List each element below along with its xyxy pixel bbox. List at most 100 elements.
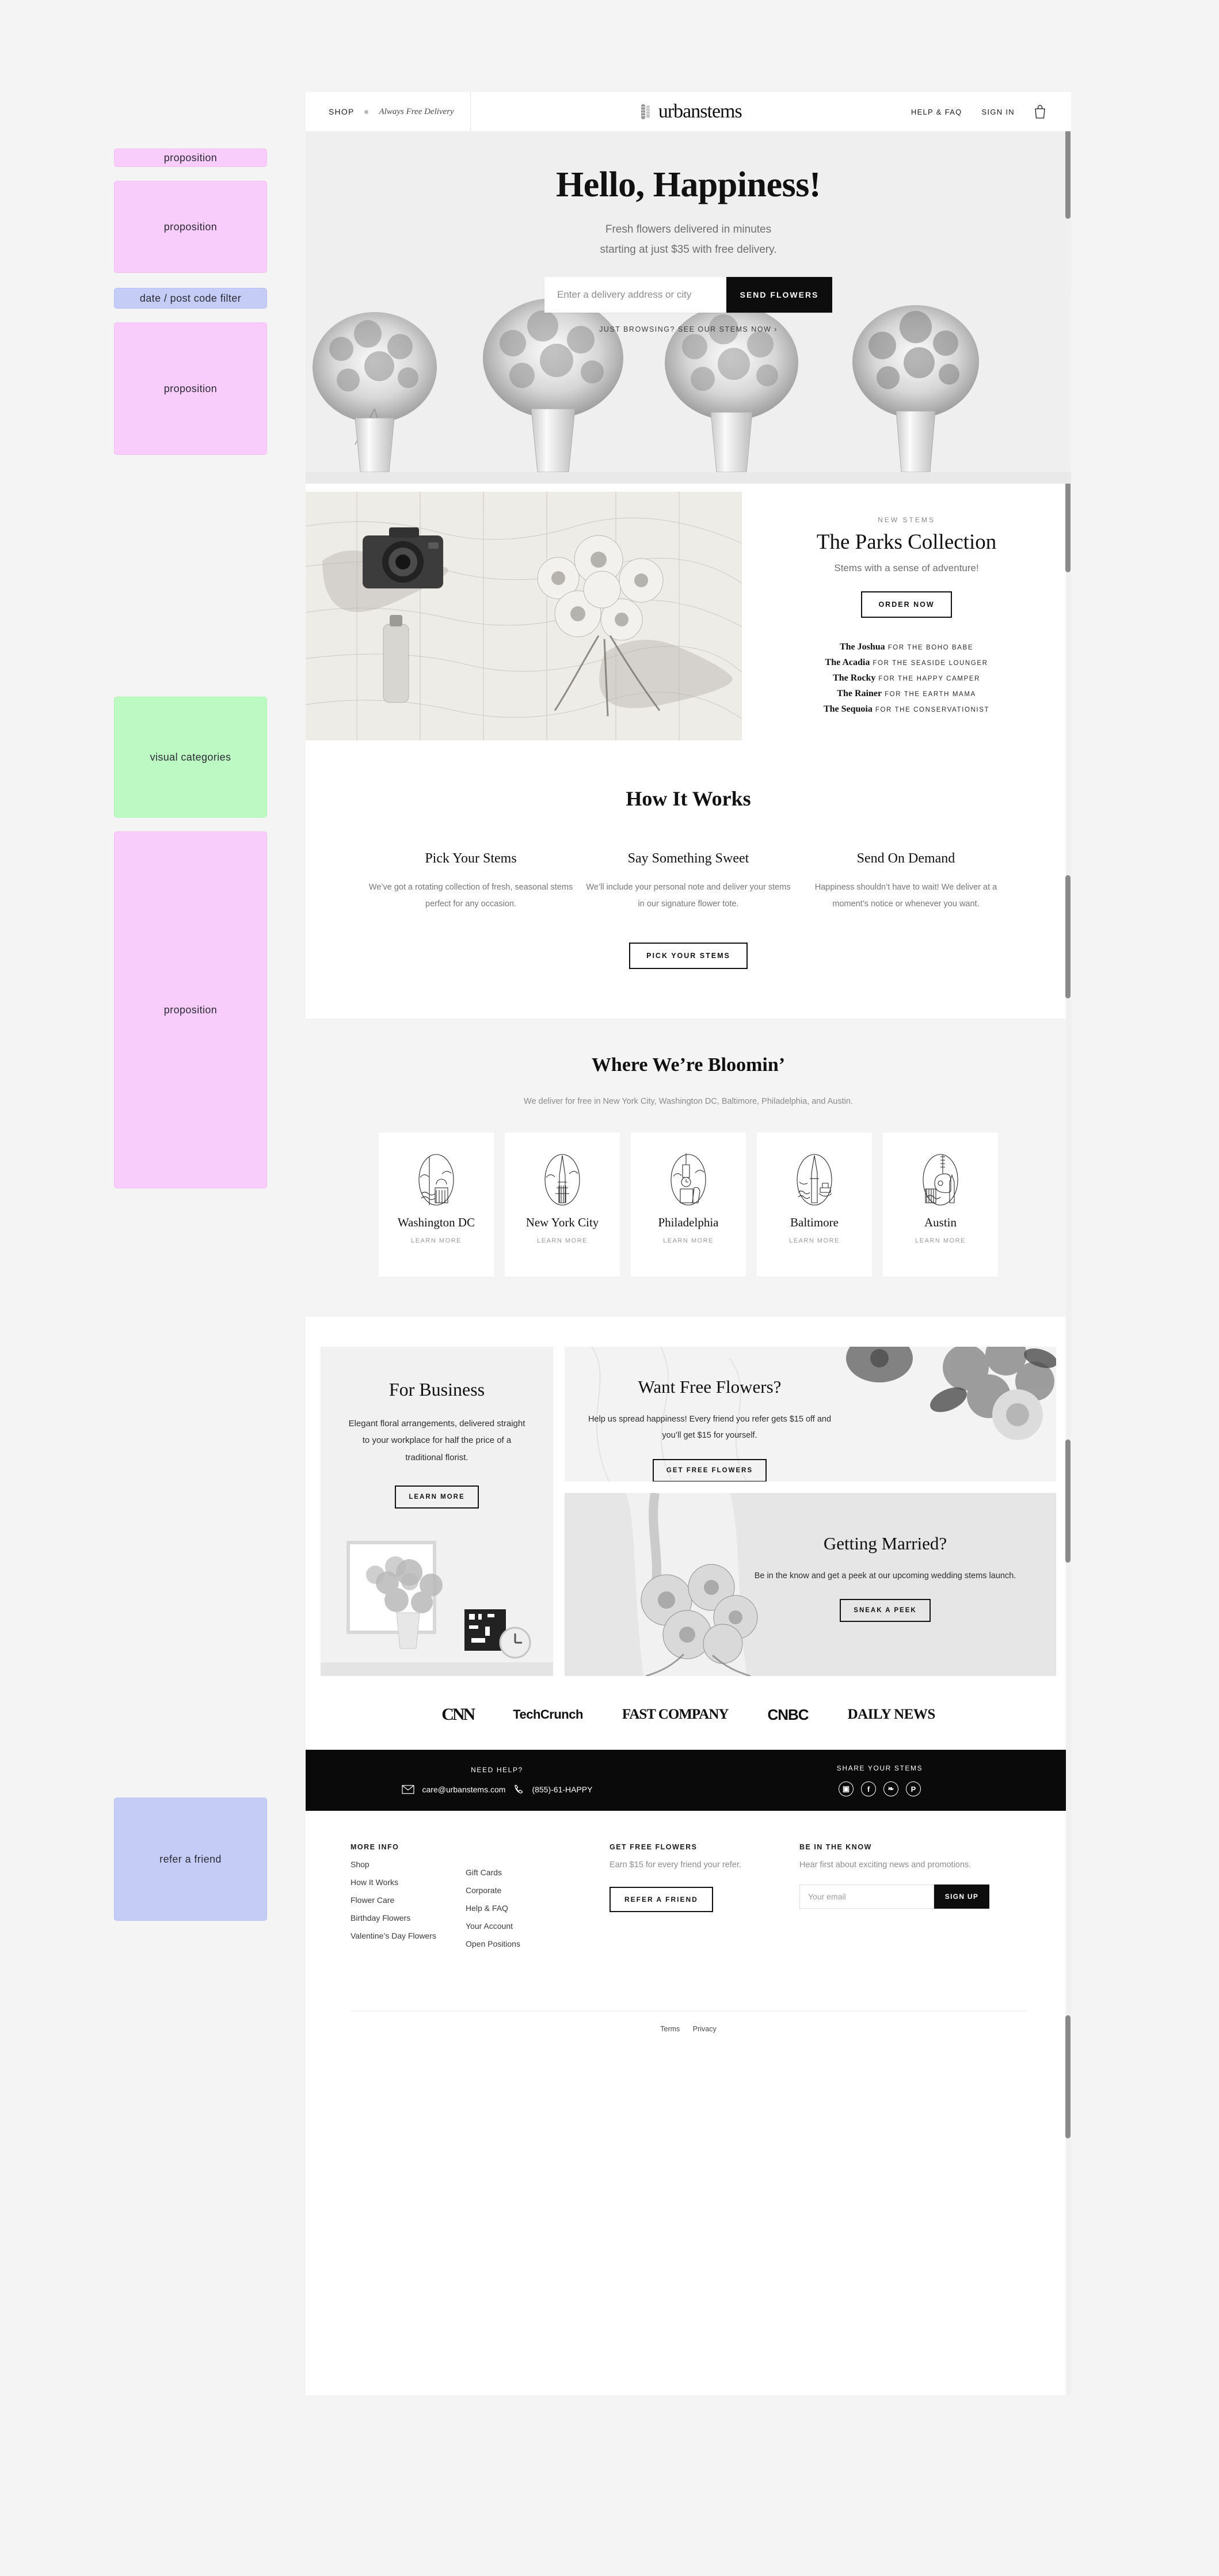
stem-row[interactable]: The Joshua FOR THE BOHO BABE: [742, 642, 1071, 652]
shopping-bag-icon[interactable]: [1034, 105, 1046, 119]
footer-link-shop[interactable]: Shop: [351, 1860, 466, 1869]
scrollbar-thumb-lower[interactable]: [1065, 875, 1071, 998]
footer-link-valentine-s-day-flowers[interactable]: Valentine’s Day Flowers: [351, 1931, 466, 1940]
get-free-flowers-button[interactable]: GET FREE FLOWERS: [652, 1458, 767, 1481]
support-email[interactable]: care@urbanstems.com: [422, 1785, 506, 1794]
footer-link-birthday-flowers[interactable]: Birthday Flowers: [351, 1913, 466, 1922]
press-logo-cnbc: CNBC: [767, 1705, 809, 1723]
nav-sign-in-link[interactable]: SIGN IN: [982, 108, 1015, 116]
city-cards-row: Washington DC LEARN MORE New York City LEAR…: [306, 1133, 1071, 1276]
how-it-works-heading: Send On Demand: [856, 851, 955, 866]
facebook-icon[interactable]: f: [861, 1781, 876, 1796]
where-were-bloomin-section: Where We’re Bloomin’ We deliver for free…: [306, 1019, 1071, 1317]
stem-row[interactable]: The Acadia FOR THE SEASIDE LOUNGER: [742, 658, 1071, 668]
header-left-group: SHOP Always Free Delivery: [306, 92, 471, 131]
hero-title: Hello, Happiness!: [555, 165, 821, 204]
share-stems-group: SHARE YOUR STEMS ▣ f ❧ P: [688, 1764, 1071, 1796]
send-flowers-button[interactable]: SEND FLOWERS: [726, 277, 832, 313]
nav-help-faq-link[interactable]: HELP & FAQ: [911, 108, 962, 116]
how-it-works-body: We’ve got a rotating collection of fresh…: [368, 883, 573, 909]
how-it-works-body: Happiness shouldn’t have to wait! We del…: [814, 883, 997, 909]
referral-card[interactable]: Want Free Flowers? Help us spread happin…: [565, 1347, 1056, 1481]
press-logo-cnn: CNN: [441, 1705, 475, 1724]
business-learn-more-button[interactable]: LEARN MORE: [395, 1485, 479, 1509]
nav-shop-link[interactable]: SHOP: [329, 107, 354, 116]
footer-link-corporate[interactable]: Corporate: [466, 1886, 610, 1895]
city-learn-more-link[interactable]: LEARN MORE: [537, 1237, 588, 1244]
press-logo-daily-news: DAILY NEWS: [847, 1707, 936, 1722]
parks-collection-photo: [306, 492, 742, 740]
instagram-icon[interactable]: ▣: [839, 1781, 854, 1796]
stem-row[interactable]: The Rocky FOR THE HAPPY CAMPER: [742, 673, 1071, 683]
city-card-washington-dc[interactable]: Washington DC LEARN MORE: [379, 1133, 494, 1276]
for-business-card[interactable]: For Business Elegant floral arrangements…: [321, 1347, 553, 1676]
order-now-button[interactable]: ORDER NOW: [861, 591, 952, 618]
pinterest-icon[interactable]: P: [906, 1781, 921, 1796]
stem-name: The Rainer: [837, 689, 882, 698]
brand-logo[interactable]: urbanstems: [471, 92, 911, 131]
city-learn-more-link[interactable]: LEARN MORE: [789, 1237, 840, 1244]
for-business-body: Elegant floral arrangements, delivered s…: [348, 1419, 525, 1462]
footer-link-your-account[interactable]: Your Account: [466, 1921, 610, 1931]
footer-col-more-info-2: Gift Cards Corporate Help & FAQ Your Accoun…: [466, 1843, 610, 1948]
how-it-works-column: Send On Demand Happiness shouldn’t have t…: [802, 851, 1010, 913]
urbanstems-wheat-icon: [641, 104, 650, 119]
sneak-a-peek-button[interactable]: SNEAK A PEEK: [840, 1599, 931, 1623]
hero-subtitle: Fresh flowers delivered in minutes start…: [306, 219, 1071, 260]
support-phone[interactable]: (855)-61-HAPPY: [532, 1785, 592, 1794]
refer-a-friend-button[interactable]: REFER A FRIEND: [610, 1887, 713, 1912]
annotation-box-proposition-5: proposition: [114, 831, 267, 1188]
footer-link-gift-cards[interactable]: Gift Cards: [466, 1868, 610, 1877]
stem-tagline: FOR THE CONSERVATIONIST: [875, 706, 990, 713]
hero-subtitle-line-1: Fresh flowers delivered in minutes: [605, 223, 772, 235]
stem-name: The Rocky: [833, 673, 876, 683]
footer-link-how-it-works[interactable]: How It Works: [351, 1878, 466, 1887]
terms-link[interactable]: Terms: [660, 2025, 680, 2033]
footer-link-flower-care[interactable]: Flower Care: [351, 1895, 466, 1905]
footer-legal-row: Terms Privacy: [351, 2011, 1026, 2049]
how-it-works-body: We’ll include your personal note and del…: [586, 883, 791, 909]
footer-col-free-flowers: GET FREE FLOWERS Earn $15 for every frie…: [610, 1843, 799, 1948]
annotation-box-proposition-0: proposition: [114, 149, 267, 167]
delivery-address-form: SEND FLOWERS: [544, 277, 832, 313]
parks-collection-section: NEW STEMS The Parks Collection Stems wit…: [306, 492, 1071, 740]
wedding-card[interactable]: Getting Married? Be in the know and get …: [565, 1493, 1056, 1676]
hero-section: Hello, Happiness! Fresh flowers delivere…: [306, 131, 1071, 484]
parks-subtitle: Stems with a sense of adventure!: [834, 563, 979, 573]
how-it-works-title: How It Works: [626, 787, 751, 810]
wedding-title: Getting Married?: [823, 1533, 947, 1553]
stem-tagline: FOR THE HAPPY CAMPER: [878, 675, 980, 682]
city-card-new-york-city[interactable]: New York City LEARN MORE: [505, 1133, 620, 1276]
twitter-icon[interactable]: ❧: [883, 1781, 898, 1796]
footer-link-open-positions[interactable]: Open Positions: [466, 1939, 610, 1948]
city-card-philadelphia[interactable]: Philadelphia LEARN MORE: [631, 1133, 746, 1276]
brand-wordmark: urbanstems: [658, 101, 742, 122]
referral-copy: Want Free Flowers? Help us spread happin…: [565, 1347, 835, 1481]
city-card-austin[interactable]: Austin LEARN MORE: [883, 1133, 998, 1276]
press-logo-techcrunch: TechCrunch: [513, 1707, 583, 1722]
city-learn-more-link[interactable]: LEARN MORE: [411, 1237, 462, 1244]
phone-icon: [515, 1785, 523, 1794]
stem-row[interactable]: The Sequoia FOR THE CONSERVATIONIST: [742, 704, 1071, 715]
city-card-baltimore[interactable]: Baltimore LEARN MORE: [757, 1133, 872, 1276]
browse-stems-link[interactable]: JUST BROWSING? SEE OUR STEMS NOW ›: [306, 325, 1071, 333]
pick-your-stems-button[interactable]: PICK YOUR STEMS: [629, 943, 748, 969]
wedding-copy: Getting Married? Be in the know and get …: [750, 1493, 1020, 1623]
privacy-link[interactable]: Privacy: [693, 2025, 717, 2033]
scrollbar-thumb-footer[interactable]: [1065, 2015, 1071, 2138]
annotation-box-proposition-3: proposition: [114, 322, 267, 455]
annotation-sidebar: proposition proposition date / post code f…: [114, 0, 269, 2576]
newsletter-email-input[interactable]: [799, 1884, 934, 1909]
city-learn-more-link[interactable]: LEARN MORE: [915, 1237, 966, 1244]
scrollbar-thumb-promos[interactable]: [1065, 1439, 1071, 1563]
city-learn-more-link[interactable]: LEARN MORE: [663, 1237, 714, 1244]
city-name: Baltimore: [790, 1215, 839, 1229]
free-delivery-note: Always Free Delivery: [379, 107, 454, 116]
bullet-dot-icon: [364, 109, 369, 114]
delivery-address-input[interactable]: [544, 277, 726, 313]
newsletter-signup-button[interactable]: SIGN UP: [934, 1884, 989, 1909]
footer-link-help-faq[interactable]: Help & FAQ: [466, 1903, 610, 1913]
stem-name: The Acadia: [825, 658, 870, 667]
annotation-label: proposition: [163, 221, 218, 233]
stem-row[interactable]: The Rainer FOR THE EARTH MAMA: [742, 689, 1071, 699]
